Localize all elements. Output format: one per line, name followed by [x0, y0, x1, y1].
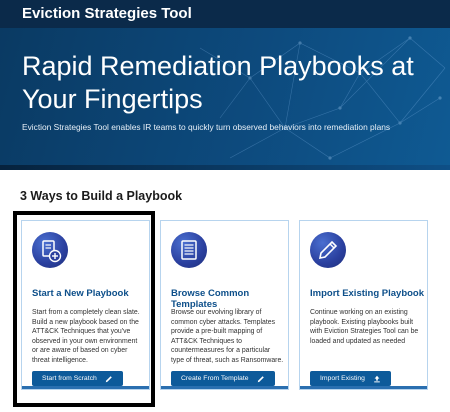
card-title: Import Existing Playbook — [310, 288, 425, 299]
card-bottom-accent — [22, 386, 149, 389]
card-description: Continue working on an existing playbook… — [310, 309, 419, 345]
document-add-icon — [32, 232, 68, 268]
hero-bottom-strip — [0, 165, 450, 170]
start-from-scratch-button[interactable]: Start from Scratch — [32, 371, 123, 386]
pencil-icon — [310, 232, 346, 268]
create-from-template-button[interactable]: Create From Template — [171, 371, 275, 386]
template-document-icon — [171, 232, 207, 268]
upload-icon — [374, 375, 380, 382]
app-title[interactable]: Eviction Strategies Tool — [22, 5, 192, 22]
pencil-icon — [105, 375, 112, 382]
button-label: Create From Template — [181, 375, 249, 382]
card-import-existing-playbook: Import Existing Playbook Continue workin… — [299, 220, 428, 390]
card-title: Browse Common Templates — [171, 288, 250, 310]
hero-title: Rapid Remediation Playbooks at Your Fing… — [22, 51, 414, 114]
card-browse-common-templates: Browse Common Templates Browse our evolv… — [160, 220, 289, 390]
button-label: Import Existing — [320, 375, 365, 382]
section-title: 3 Ways to Build a Playbook — [20, 189, 183, 203]
card-start-new-playbook: Start a New Playbook Start from a comple… — [21, 220, 150, 390]
button-label: Start from Scratch — [42, 375, 97, 382]
card-bottom-accent — [161, 386, 288, 389]
card-bottom-accent — [300, 386, 427, 389]
hero-subtitle: Eviction Strategies Tool enables IR team… — [22, 122, 391, 132]
card-description: Start from a completely clean slate. Bui… — [32, 309, 140, 364]
top-navigation-bar: Eviction Strategies Tool — [0, 0, 450, 28]
card-description: Browse our evolving library of common cy… — [171, 309, 284, 364]
import-existing-button[interactable]: Import Existing — [310, 371, 391, 386]
card-title: Start a New Playbook — [32, 288, 129, 299]
hero-banner: Rapid Remediation Playbooks at Your Fing… — [0, 28, 450, 165]
pencil-icon — [257, 375, 264, 382]
